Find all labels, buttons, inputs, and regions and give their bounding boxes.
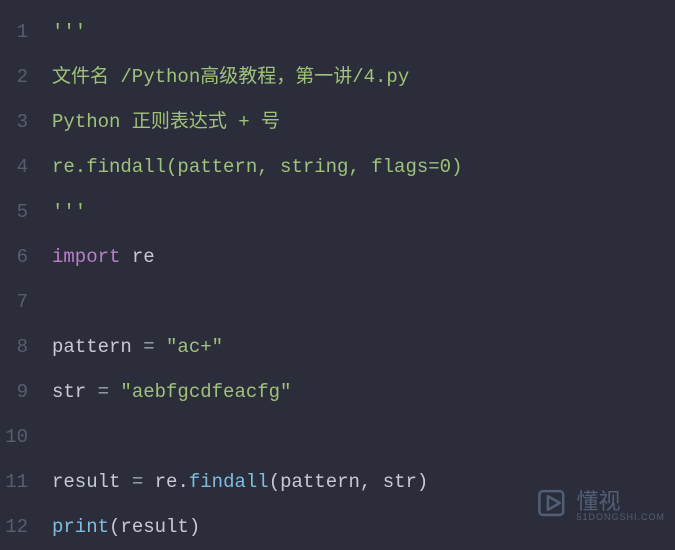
token-func: print bbox=[52, 516, 109, 538]
code-line[interactable] bbox=[52, 415, 675, 460]
code-line[interactable]: import re bbox=[52, 235, 675, 280]
token-ident: re bbox=[132, 246, 155, 268]
line-number: 11 bbox=[0, 460, 28, 505]
code-area[interactable]: ''' 文件名 /Python高级教程，第一讲/4.py Python 正则表达式 … bbox=[38, 0, 675, 538]
token-ident: str bbox=[52, 381, 98, 403]
token-str: ''' bbox=[52, 201, 86, 223]
code-editor[interactable]: 123456789101112 '''文件名 /Python高级教程，第一讲/4… bbox=[0, 0, 675, 538]
token-func: findall bbox=[189, 471, 269, 493]
code-line[interactable]: re.findall(pattern, string, flags=0) bbox=[52, 145, 675, 190]
token-op: = bbox=[98, 381, 109, 403]
token-op: = bbox=[132, 471, 143, 493]
token-ident: result bbox=[52, 471, 132, 493]
token-ident: re bbox=[143, 471, 177, 493]
code-line[interactable]: ''' bbox=[52, 10, 675, 55]
code-line[interactable]: 文件名 /Python高级教程，第一讲/4.py bbox=[52, 55, 675, 100]
line-number: 5 bbox=[0, 190, 28, 235]
token-ident: pattern bbox=[52, 336, 143, 358]
line-number: 9 bbox=[0, 370, 28, 415]
line-number-gutter: 123456789101112 bbox=[0, 0, 38, 538]
line-number: 4 bbox=[0, 145, 28, 190]
line-number: 10 bbox=[0, 415, 28, 460]
token-str: "ac+" bbox=[166, 336, 223, 358]
token-ident: (result) bbox=[109, 516, 200, 538]
code-line[interactable] bbox=[52, 280, 675, 325]
token-punc: . bbox=[177, 471, 188, 493]
code-line[interactable]: pattern = "ac+" bbox=[52, 325, 675, 370]
token-ident bbox=[155, 336, 166, 358]
token-str: re.findall(pattern, string, flags=0) bbox=[52, 156, 462, 178]
code-line[interactable]: str = "aebfgcdfeacfg" bbox=[52, 370, 675, 415]
token-ident bbox=[120, 246, 131, 268]
token-str: "aebfgcdfeacfg" bbox=[120, 381, 291, 403]
token-op: = bbox=[143, 336, 154, 358]
token-str: ''' bbox=[52, 21, 86, 43]
code-line[interactable]: print(result) bbox=[52, 505, 675, 550]
token-str: 文件名 /Python高级教程，第一讲/4.py bbox=[52, 66, 409, 88]
code-line[interactable]: result = re.findall(pattern, str) bbox=[52, 460, 675, 505]
line-number: 1 bbox=[0, 10, 28, 55]
line-number: 8 bbox=[0, 325, 28, 370]
line-number: 12 bbox=[0, 505, 28, 550]
code-line[interactable]: Python 正则表达式 + 号 bbox=[52, 100, 675, 145]
token-keyword: import bbox=[52, 246, 120, 268]
token-str: Python 正则表达式 + 号 bbox=[52, 111, 280, 133]
token-ident: (pattern, str) bbox=[269, 471, 429, 493]
code-line[interactable]: ''' bbox=[52, 190, 675, 235]
token-ident bbox=[109, 381, 120, 403]
line-number: 6 bbox=[0, 235, 28, 280]
line-number: 7 bbox=[0, 280, 28, 325]
line-number: 3 bbox=[0, 100, 28, 145]
line-number: 2 bbox=[0, 55, 28, 100]
